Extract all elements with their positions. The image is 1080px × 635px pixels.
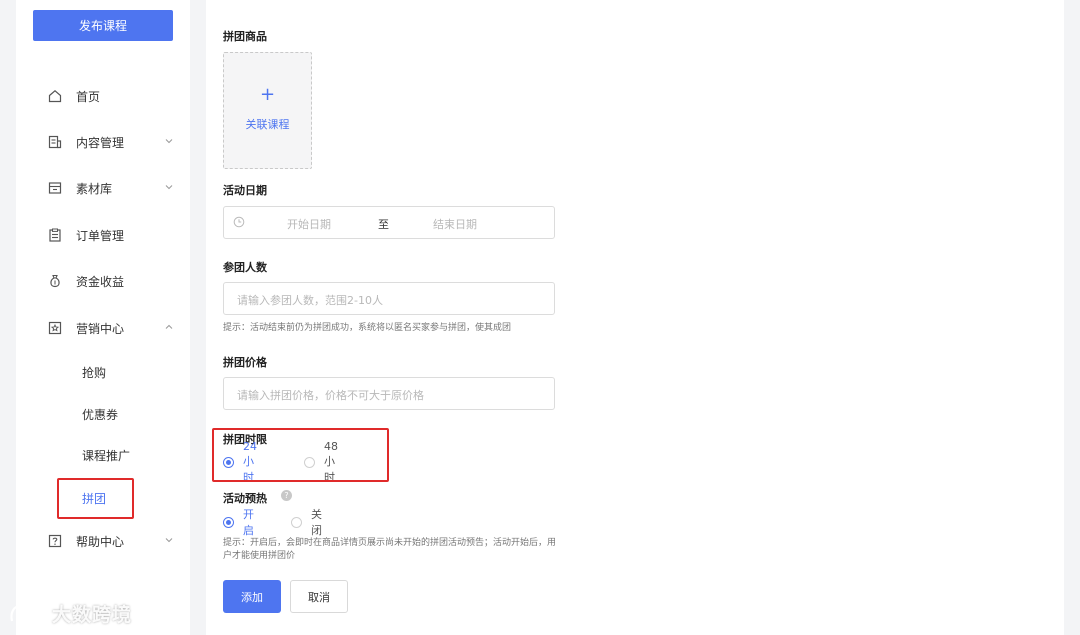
sidebar-item-orders[interactable]: 订单管理: [16, 223, 190, 247]
sidebar-item-label: 订单管理: [76, 229, 125, 243]
sidebar-item-label: 帮助中心: [76, 535, 125, 549]
chevron-up-icon: [165, 324, 173, 329]
publish-course-button[interactable]: 发布课程: [33, 10, 173, 41]
radio-dot: [223, 456, 234, 468]
price-input[interactable]: 请输入拼团价格，价格不可大于原价格: [223, 377, 555, 410]
price-label: 拼团价格: [223, 356, 267, 369]
watermark-logo-icon: [10, 605, 43, 622]
sidebar-item-label: 内容管理: [76, 136, 125, 150]
preheat-label: 活动预热: [223, 492, 267, 505]
sidebar-item-home[interactable]: 首页: [16, 84, 190, 108]
sidebar-sub-item-promotion[interactable]: 课程推广: [82, 447, 130, 464]
folder-icon: [48, 182, 62, 194]
radio-dot: [291, 516, 302, 528]
clock-icon: [233, 216, 245, 228]
radio-label: 关闭: [311, 508, 322, 537]
preheat-hint-line1: 提示：开启后，会即时在商品详情页展示尚未开始的拼团活动预告；活动开始后，用: [223, 538, 557, 548]
start-date-field[interactable]: 开始日期: [287, 216, 331, 232]
preheat-on-radio[interactable]: 开启: [223, 508, 254, 537]
radio-dot: [223, 516, 234, 528]
members-hint: 提示：活动结束前仍为拼团成功，系统将以匿名买家参与拼团，使其成团: [223, 323, 512, 333]
sidebar: 发布课程 首页 内容管理 素材库 订单管理 资金收益 营销中心 抢购 优惠券 课…: [16, 0, 190, 635]
money-bag-icon: [50, 274, 60, 288]
time-limit-48h-radio[interactable]: 48小时: [304, 440, 338, 484]
radio-label: 48小时: [324, 439, 338, 484]
sidebar-item-help[interactable]: 帮助中心: [16, 529, 190, 553]
question-circle-icon[interactable]: ?: [281, 490, 292, 501]
watermark: 大数跨境: [8, 598, 132, 628]
help-icon: [48, 534, 62, 548]
sidebar-item-label: 首页: [76, 90, 101, 104]
sidebar-item-label: 资金收益: [76, 275, 125, 289]
add-button[interactable]: 添加: [223, 580, 281, 613]
price-placeholder: 请输入拼团价格，价格不可大于原价格: [237, 389, 424, 402]
date-separator: 至: [378, 218, 389, 231]
radio-label: 24小时: [243, 439, 257, 484]
chevron-down-icon: [165, 538, 173, 543]
sidebar-sub-item-flash-sale[interactable]: 抢购: [82, 364, 106, 381]
sidebar-item-content[interactable]: 内容管理: [16, 130, 190, 154]
cancel-button[interactable]: 取消: [290, 580, 348, 613]
date-range-picker[interactable]: 开始日期 至 结束日期: [223, 206, 555, 239]
members-placeholder: 请输入参团人数，范围2-10人: [237, 294, 383, 307]
clipboard-icon: [49, 228, 61, 242]
radio-dot: [304, 456, 315, 468]
marketing-icon: [48, 321, 62, 335]
link-course-text: 关联课程: [245, 118, 290, 131]
preheat-hint-line2: 户才能使用拼团价: [223, 551, 296, 561]
end-date-field[interactable]: 结束日期: [433, 216, 477, 232]
members-label: 参团人数: [223, 261, 267, 274]
members-input[interactable]: 请输入参团人数，范围2-10人: [223, 282, 555, 315]
plus-icon: +: [259, 84, 276, 105]
chevron-down-icon: [165, 139, 173, 144]
sidebar-item-label: 营销中心: [76, 322, 125, 336]
watermark-text: 大数跨境: [52, 603, 133, 626]
sidebar-item-finance[interactable]: 资金收益: [16, 269, 190, 293]
sidebar-item-label: 素材库: [76, 182, 113, 196]
product-label: 拼团商品: [223, 30, 267, 43]
home-icon: [48, 90, 62, 103]
time-limit-24h-radio[interactable]: 24小时: [223, 440, 257, 484]
sidebar-sub-item-coupon[interactable]: 优惠券: [82, 406, 118, 423]
link-course-upload[interactable]: + 关联课程: [223, 52, 312, 169]
chevron-down-icon: [165, 185, 173, 190]
content-icon: [48, 135, 62, 149]
date-label: 活动日期: [223, 184, 267, 197]
radio-label: 开启: [243, 508, 254, 537]
sidebar-item-marketing[interactable]: 营销中心: [16, 316, 190, 340]
preheat-off-radio[interactable]: 关闭: [291, 508, 322, 537]
sidebar-item-materials[interactable]: 素材库: [16, 176, 190, 200]
sidebar-sub-item-group-buy[interactable]: 拼团: [82, 490, 106, 507]
group-buy-form: 拼团商品 + 关联课程 活动日期 开始日期 至 结束日期 参团人数 请输入参团人…: [206, 0, 1064, 635]
